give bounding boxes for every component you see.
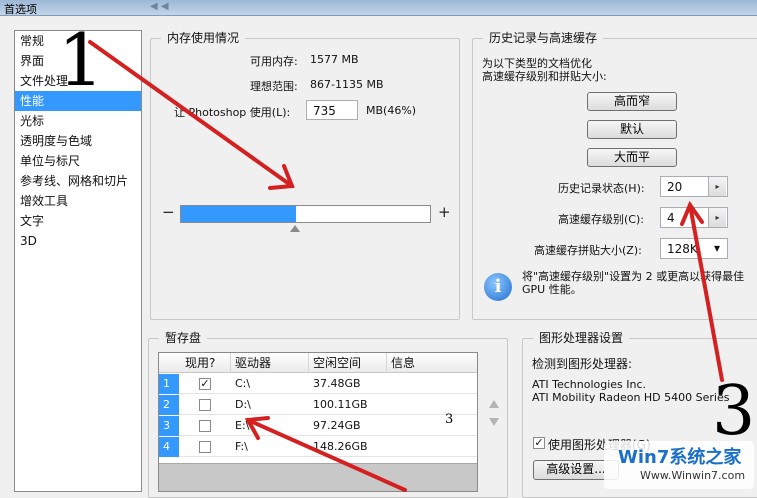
title-bar: 首选项 ◀ ◀	[0, 0, 757, 16]
col-info[interactable]: 信息	[387, 353, 477, 373]
free-space-cell: 148.26GB	[313, 440, 368, 453]
col-active[interactable]: 现用?	[181, 353, 231, 373]
active-checkbox[interactable]	[199, 420, 211, 432]
window-title: 首选项	[4, 3, 37, 16]
cache-levels-label: 高速缓存级别(C):	[558, 213, 644, 226]
row-number: 1	[159, 374, 179, 394]
tall-thin-button[interactable]: 高而窄	[587, 92, 677, 111]
sidebar-item-plugins[interactable]: 增效工具	[15, 191, 141, 211]
scratch-disk-legend: 暂存盘	[159, 331, 208, 345]
drive-cell: D:\	[235, 398, 251, 411]
sidebar-item-guides[interactable]: 参考线、网格和切片	[15, 171, 141, 191]
cache-levels-spin-icon[interactable]: ▸	[708, 208, 726, 227]
row-number: 4	[159, 437, 179, 457]
move-up-icon[interactable]	[489, 400, 499, 408]
default-button[interactable]: 默认	[587, 120, 677, 139]
memory-slider-fill	[181, 206, 296, 222]
table-row[interactable]: 4 F:\ 148.26GB	[159, 437, 477, 457]
info-icon: i	[484, 273, 512, 301]
table-row[interactable]: 1 ✓ C:\ 37.48GB	[159, 374, 477, 394]
let-photoshop-use-label: 让 Photoshop 使用(L):	[174, 106, 291, 119]
memory-usage-group: 内存使用情况	[150, 31, 460, 320]
table-header: 现用? 驱动器 空闲空间 信息	[159, 353, 477, 373]
active-checkbox[interactable]: ✓	[199, 378, 211, 390]
gpu-tip-line2: GPU 性能。	[522, 283, 582, 296]
history-cache-legend: 历史记录与高速缓存	[483, 31, 604, 45]
history-states-spin-icon[interactable]: ▸	[708, 177, 726, 196]
table-row[interactable]: 3 E:\ 97.24GB	[159, 416, 477, 436]
drive-cell: F:\	[235, 440, 248, 453]
ideal-range-label: 理想范围:	[250, 80, 298, 93]
annotation-number-3-small: 3	[445, 412, 454, 427]
gpu-model: ATI Mobility Radeon HD 5400 Series	[532, 391, 730, 404]
col-free-space[interactable]: 空闲空间	[309, 353, 387, 373]
available-memory-value: 1577 MB	[310, 53, 359, 66]
slider-minus-icon: −	[162, 203, 175, 221]
watermark-site-text: Www.Winwin7.com	[640, 469, 746, 482]
move-down-icon[interactable]	[489, 418, 499, 426]
tile-size-dropdown-icon[interactable]: ▾	[714, 241, 720, 255]
col-drive[interactable]: 驱动器	[231, 353, 309, 373]
drive-cell: E:\	[235, 419, 250, 432]
tile-size-label: 高速缓存拼贴大小(Z):	[534, 244, 642, 257]
free-space-cell: 97.24GB	[313, 419, 361, 432]
big-flat-button[interactable]: 大而平	[587, 148, 677, 167]
memory-amount-input[interactable]: 735	[306, 100, 358, 120]
annotation-number-3-large: 3	[712, 372, 756, 451]
active-checkbox[interactable]	[199, 399, 211, 411]
sidebar-item-cursors[interactable]: 光标	[15, 111, 141, 131]
free-space-cell: 100.11GB	[313, 398, 368, 411]
optimize-desc-line2: 高速缓存级别和拼贴大小:	[482, 70, 607, 83]
memory-unit-label: MB(46%)	[366, 104, 417, 117]
sidebar-item-3d[interactable]: 3D	[15, 231, 141, 251]
ideal-range-value: 867-1135 MB	[310, 78, 384, 91]
drive-cell: C:\	[235, 377, 251, 390]
sidebar-item-units[interactable]: 单位与标尺	[15, 151, 141, 171]
gpu-detected-label: 检测到图形处理器:	[532, 357, 633, 371]
use-gpu-checkbox[interactable]: ✓	[533, 437, 545, 449]
title-ghost-icons: ◀ ◀	[150, 1, 169, 12]
active-checkbox[interactable]	[199, 441, 211, 453]
memory-usage-legend: 内存使用情况	[161, 31, 246, 45]
available-memory-label: 可用内存:	[250, 55, 298, 68]
table-horizontal-scrollbar[interactable]	[159, 463, 477, 491]
gpu-vendor: ATI Technologies Inc.	[532, 378, 647, 391]
history-states-label: 历史记录状态(H):	[558, 182, 645, 195]
sidebar-item-transparency[interactable]: 透明度与色域	[15, 131, 141, 151]
table-row[interactable]: 2 D:\ 100.11GB	[159, 395, 477, 415]
annotation-number-1: 1	[58, 18, 104, 102]
memory-slider-track[interactable]	[180, 205, 431, 223]
memory-slider-thumb[interactable]	[290, 225, 301, 232]
gpu-settings-legend: 图形处理器设置	[533, 331, 630, 345]
row-number: 3	[159, 416, 179, 436]
scratch-disk-table[interactable]: 现用? 驱动器 空闲空间 信息 1 ✓ C:\ 37.48GB 2 D:\ 10…	[158, 352, 478, 492]
sidebar-item-type[interactable]: 文字	[15, 211, 141, 231]
row-number: 2	[159, 395, 179, 415]
free-space-cell: 37.48GB	[313, 377, 361, 390]
slider-plus-icon: +	[438, 203, 451, 221]
